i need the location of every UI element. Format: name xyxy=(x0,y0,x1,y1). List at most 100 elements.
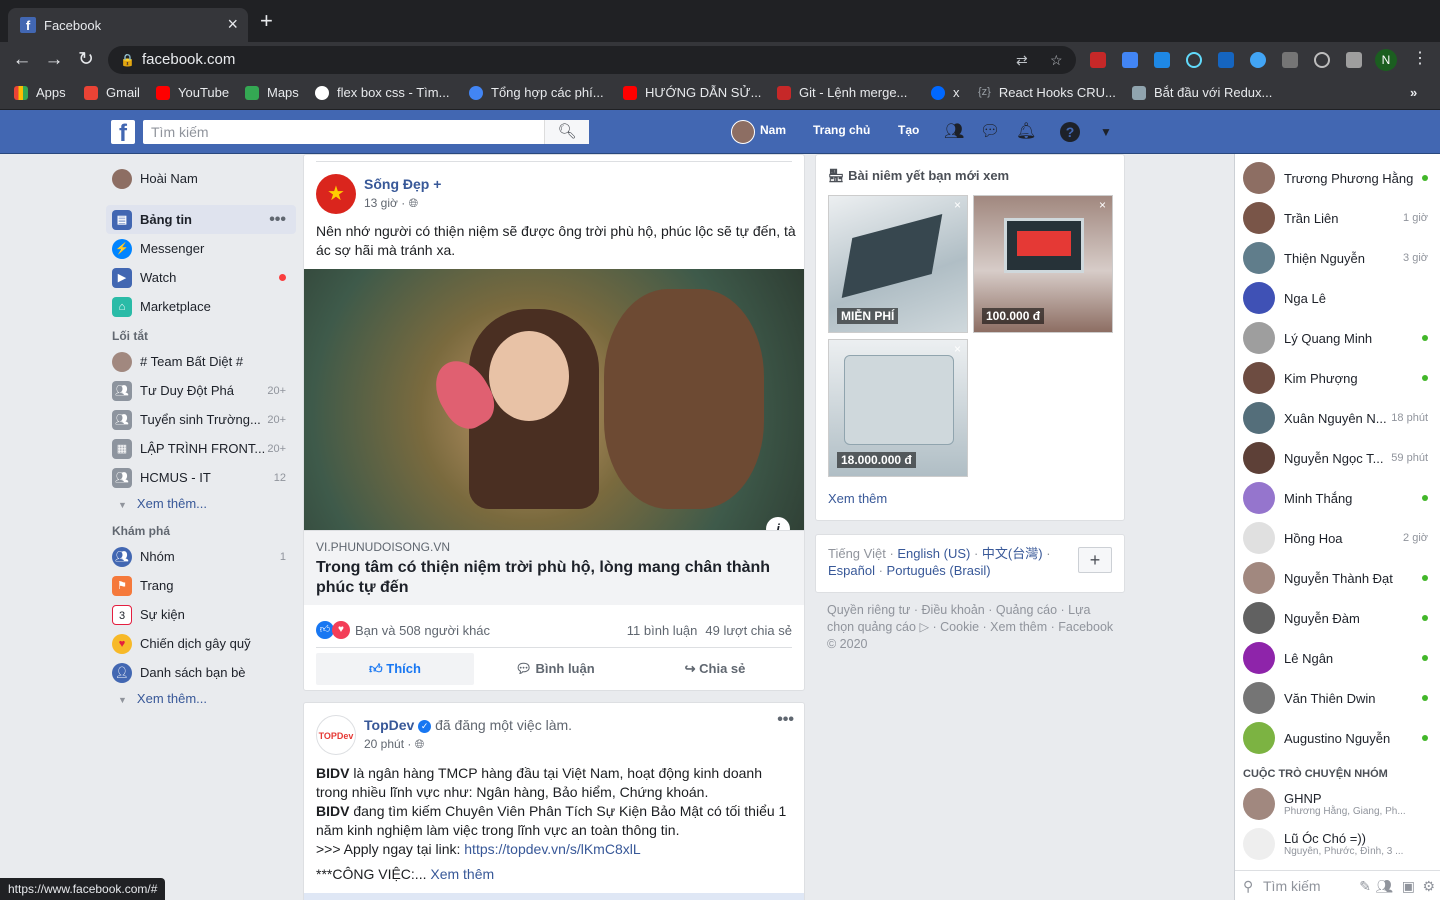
bookmark-youtube[interactable]: YouTube xyxy=(156,85,229,100)
chat-contact[interactable]: Xuân Nguyên N... 18 phút xyxy=(1235,398,1440,438)
chat-contact[interactable]: Augustino Nguyễn xyxy=(1235,718,1440,758)
chat-contact[interactable]: Lý Quang Minh xyxy=(1235,318,1440,358)
friend-requests-icon[interactable]: 👥︎ xyxy=(944,122,964,142)
c-extension-icon[interactable] xyxy=(1282,52,1298,68)
bookmark-react-hooks[interactable]: {z} React Hooks CRU... xyxy=(978,85,1116,100)
bookmark-apps[interactable]: Apps xyxy=(14,85,66,100)
shortcuts-see-more-link[interactable]: ▼ Xem thêm... xyxy=(106,492,296,516)
bookmarks-overflow-icon[interactable]: » xyxy=(1410,85,1417,100)
group-chat-item[interactable]: Lũ Óc Chó =)) Nguyên, Phước, Đình, 3 ... xyxy=(1235,824,1440,864)
marketplace-item[interactable]: × 100.000 đ xyxy=(973,195,1113,333)
language-option[interactable]: English (US) xyxy=(897,546,970,561)
url-input[interactable]: 🔒 facebook.com ⇄ ☆ xyxy=(108,46,1076,74)
new-tab-button[interactable]: + xyxy=(260,8,273,34)
sidebar-item-news-feed[interactable]: ▤ Bảng tin ••• xyxy=(106,205,296,234)
language-option[interactable]: 中文(台灣) xyxy=(982,546,1043,561)
chrome-menu-icon[interactable]: ⋮ xyxy=(1412,48,1428,68)
language-option[interactable]: Português (Brasil) xyxy=(887,563,991,578)
job-link[interactable]: https://topdev.vn/s/lKmC8xlL xyxy=(464,841,640,857)
sidebar-item-profile[interactable]: Hoài Nam xyxy=(106,164,296,193)
notifications-bell-icon[interactable]: 🔔︎ xyxy=(1016,122,1036,142)
comment-button[interactable]: 💬︎ Bình luận xyxy=(476,653,634,685)
shortcut-item[interactable]: 👥︎ HCMUS - IT 12 xyxy=(106,463,296,492)
bookmark-git[interactable]: Git - Lệnh merge... xyxy=(777,85,907,100)
translate-extension-icon[interactable] xyxy=(1154,52,1170,68)
share-button[interactable]: ↪ Chia sẻ xyxy=(636,653,794,685)
group-chat-item[interactable]: GHNP Phương Hằng, Giang, Ph... xyxy=(1235,784,1440,824)
google-translate-extension-icon[interactable] xyxy=(1122,52,1138,68)
more-options-icon[interactable]: ••• xyxy=(269,211,286,229)
chat-contact[interactable]: Trần Liên 1 giờ xyxy=(1235,198,1440,238)
translate-icon[interactable]: ⇄ xyxy=(1016,46,1028,74)
shortcut-item[interactable]: ▦ LẬP TRÌNH FRONT... 20+ xyxy=(106,434,296,463)
chat-contact[interactable]: Nguyễn Thành Đạt xyxy=(1235,558,1440,598)
back-icon[interactable]: ← xyxy=(10,48,34,72)
chat-contact[interactable]: Nga Lê xyxy=(1235,278,1440,318)
chat-contact[interactable]: Nguyễn Đàm xyxy=(1235,598,1440,638)
avatar[interactable] xyxy=(731,120,755,144)
post-photo[interactable]: i xyxy=(304,269,804,541)
page-avatar[interactable]: ★ xyxy=(316,174,356,214)
adblock-extension-icon[interactable] xyxy=(1090,52,1106,68)
profile-avatar[interactable]: N xyxy=(1375,49,1397,71)
create-group-icon[interactable]: 👥︎ xyxy=(1375,871,1393,900)
post-author[interactable]: Sống Đẹp + xyxy=(364,176,441,192)
sidebar-item-marketplace[interactable]: ⌂ Marketplace xyxy=(106,292,296,321)
footer-links[interactable]: Quyền riêng tư · Điều khoản · Quảng cáo … xyxy=(827,602,1117,653)
browser-tab[interactable]: f Facebook × xyxy=(8,8,248,42)
marketplace-item[interactable]: × MIỄN PHÍ xyxy=(828,195,968,333)
search-icon[interactable]: 🔍︎ xyxy=(544,120,589,144)
comment-count[interactable]: 11 bình luận xyxy=(627,623,698,638)
post-author[interactable]: TopDev xyxy=(364,717,414,733)
chat-contact[interactable]: Trương Phương Hằng xyxy=(1235,158,1440,198)
chat-contact[interactable]: Nguyễn Ngọc T... 59 phút xyxy=(1235,438,1440,478)
shortcut-item[interactable]: 👥︎ Tư Duy Đột Phá 20+ xyxy=(106,376,296,405)
bookmark-tong-hop[interactable]: Tổng hợp các phí... xyxy=(469,85,604,100)
search-input[interactable]: Tìm kiếm xyxy=(143,120,589,144)
chat-contact[interactable]: Văn Thiên Dwin xyxy=(1235,678,1440,718)
extension-icon[interactable] xyxy=(1250,52,1266,68)
create-link[interactable]: Tạo xyxy=(898,123,919,137)
like-button[interactable]: 👍︎ Thích xyxy=(316,653,474,685)
chat-search-input[interactable]: ⚲ Tìm kiếm ✎ 👥︎ ▣ ⚙ xyxy=(1235,870,1440,900)
account-menu-chevron-down-icon[interactable]: ▼ xyxy=(1096,122,1116,142)
bookmark-flexbox[interactable]: flex box css - Tìm... xyxy=(315,85,449,100)
profile-link[interactable]: Nam xyxy=(760,123,786,137)
sidebar-item-messenger[interactable]: ⚡ Messenger xyxy=(106,234,296,263)
language-option[interactable]: Español xyxy=(828,563,875,578)
new-message-icon[interactable]: ✎ xyxy=(1359,871,1371,900)
bookmark-gmail[interactable]: Gmail xyxy=(84,85,140,100)
close-tab-icon[interactable]: × xyxy=(227,14,238,35)
post-time[interactable]: 20 phút · 🌐︎ xyxy=(364,737,424,752)
explore-item-events[interactable]: 3 Sự kiện xyxy=(106,600,296,629)
bookmark-zalo[interactable]: x xyxy=(931,85,960,100)
close-icon[interactable]: × xyxy=(1099,198,1106,212)
reactions-summary[interactable]: Bạn và 508 người khác xyxy=(355,623,490,638)
explore-item-groups[interactable]: 👥︎ Nhóm 1 xyxy=(106,542,296,571)
explore-item-friend-lists[interactable]: 👤︎ Danh sách bạn bè xyxy=(106,658,296,687)
chat-contact[interactable]: Kim Phượng xyxy=(1235,358,1440,398)
shortcut-item[interactable]: 👥︎ Tuyển sinh Trường... 20+ xyxy=(106,405,296,434)
forward-icon[interactable]: → xyxy=(42,48,66,72)
circle-extension-icon[interactable] xyxy=(1314,52,1330,68)
j-extension-icon[interactable] xyxy=(1218,52,1234,68)
video-call-icon[interactable]: ▣ xyxy=(1402,871,1415,900)
messenger-icon[interactable]: 💬︎ xyxy=(980,122,1000,142)
bookmark-maps[interactable]: Maps xyxy=(245,85,299,100)
bookmark-star-icon[interactable]: ☆ xyxy=(1050,46,1063,74)
close-icon[interactable]: × xyxy=(954,198,961,212)
close-icon[interactable]: × xyxy=(954,342,961,356)
marketplace-see-more-link[interactable]: Xem thêm xyxy=(828,491,887,506)
page-avatar[interactable]: TOPDev xyxy=(316,715,356,755)
help-icon[interactable]: ? xyxy=(1060,122,1080,142)
explore-item-pages[interactable]: ⚑ Trang xyxy=(106,571,296,600)
post-time[interactable]: 13 giờ · 🌐︎ xyxy=(364,196,418,211)
chat-contact[interactable]: Thiện Nguyễn 3 giờ xyxy=(1235,238,1440,278)
shortcut-item[interactable]: # Team Bất Diệt # xyxy=(106,347,296,376)
reload-icon[interactable]: ↻ xyxy=(74,48,98,72)
marketplace-item[interactable]: × 18.000.000 đ xyxy=(828,339,968,477)
link-preview[interactable]: VI.PHUNUDOISONG.VN Trong tâm có thiện ni… xyxy=(304,530,804,605)
react-devtools-icon[interactable] xyxy=(1186,52,1202,68)
bookmark-huong-dan[interactable]: HƯỚNG DẪN SỬ... xyxy=(623,85,761,100)
see-more-link[interactable]: Xem thêm xyxy=(430,866,494,882)
